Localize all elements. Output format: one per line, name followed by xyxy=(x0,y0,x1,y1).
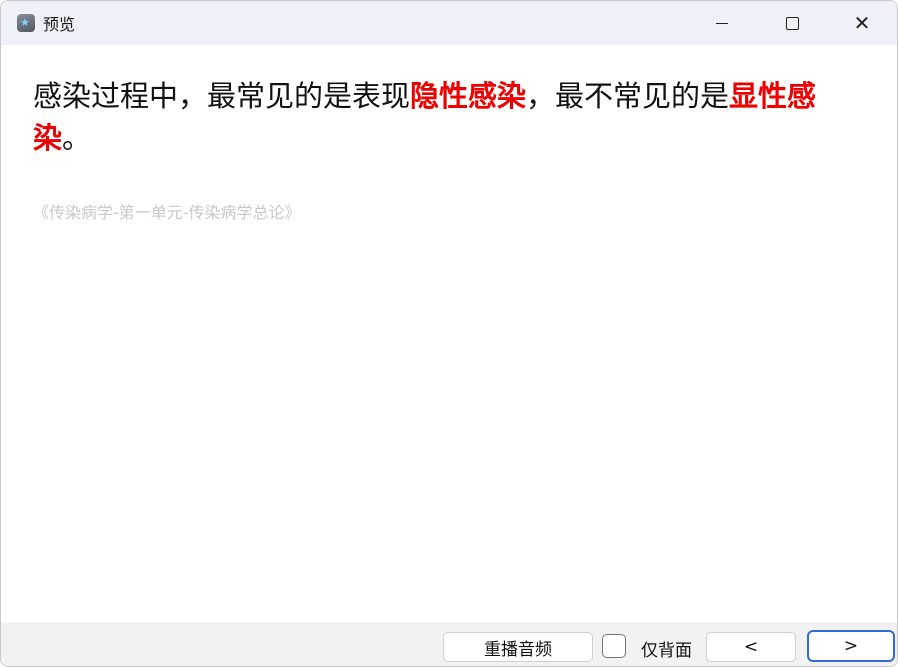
close-icon: ✕ xyxy=(853,11,871,35)
back-only-checkbox[interactable] xyxy=(602,634,626,658)
window-title: 预览 xyxy=(43,15,76,34)
star-app-icon xyxy=(17,14,35,32)
title-bar[interactable]: 预览 ✕ xyxy=(1,1,897,45)
bottom-toolbar: 重播音频 仅背面 < > xyxy=(1,622,897,666)
card-content: 感染过程中，最常见的是表现隐性感染，最不常见的是显性感染。 《传染病学-第一单元… xyxy=(1,45,897,223)
question-part: ，最不常见的是 xyxy=(526,79,730,113)
back-only-label: 仅背面 xyxy=(641,641,692,661)
previous-button[interactable]: < xyxy=(706,632,796,662)
question-text: 感染过程中，最常见的是表现隐性感染，最不常见的是显性感染。 xyxy=(33,75,865,159)
maximize-button[interactable] xyxy=(757,1,827,45)
preview-window: 预览 ✕ 感染过程中，最常见的是表现隐性感染，最不常见的是显性感染。 《传染病学… xyxy=(0,0,898,667)
minimize-icon xyxy=(716,22,728,24)
close-button[interactable]: ✕ xyxy=(827,1,897,45)
replay-audio-button[interactable]: 重播音频 xyxy=(443,632,593,662)
question-part: 感染过程中，最常见的是表现 xyxy=(33,79,411,113)
next-button[interactable]: > xyxy=(807,630,895,662)
minimize-button[interactable] xyxy=(687,1,757,45)
maximize-icon xyxy=(785,16,799,30)
question-part: 。 xyxy=(62,121,92,155)
answer-highlight: 隐性感染 xyxy=(410,79,527,113)
source-reference: 《传染病学-第一单元-传染病学总论》 xyxy=(33,203,301,222)
